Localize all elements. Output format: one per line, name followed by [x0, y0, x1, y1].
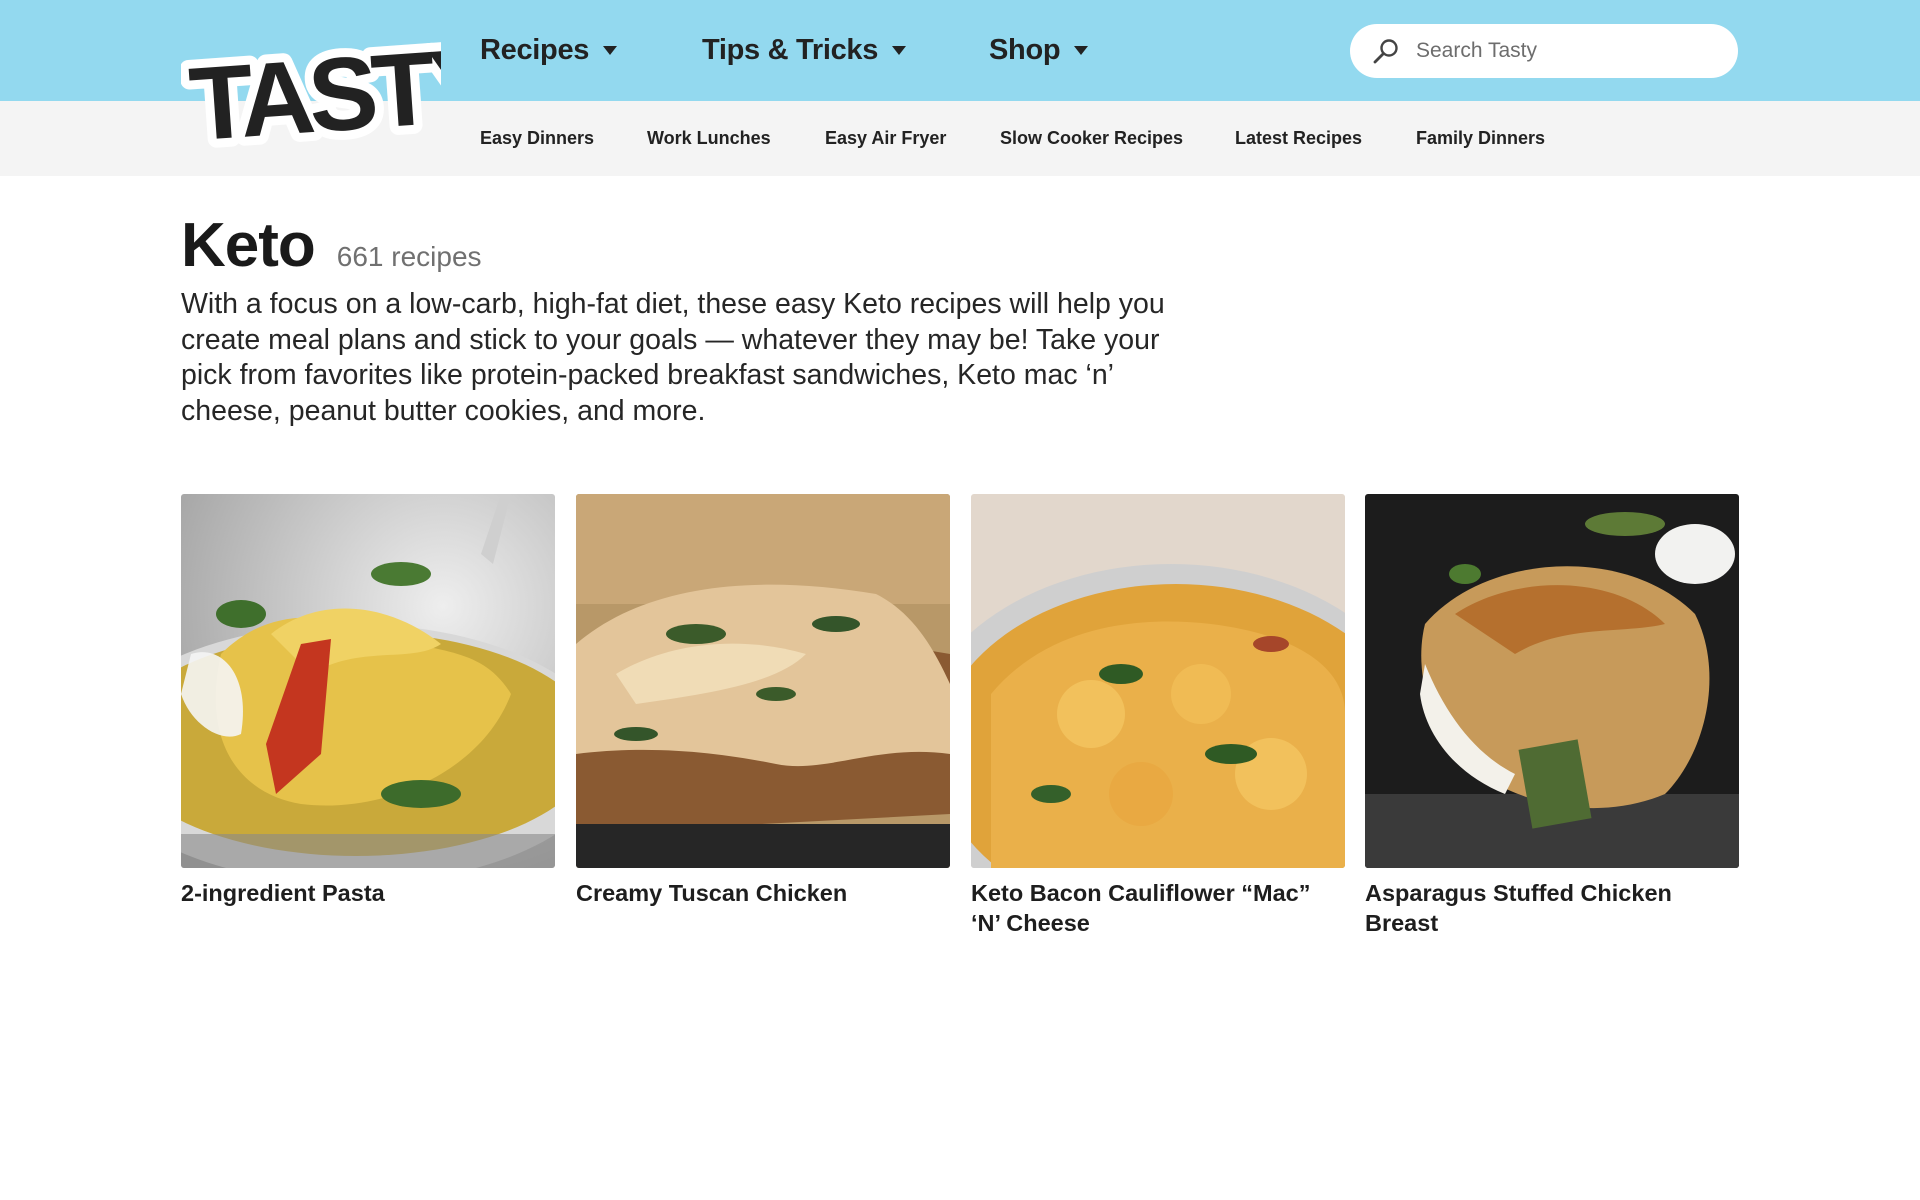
page-header: Keto 661 recipes [181, 210, 482, 281]
subnav-easy-air-fryer[interactable]: Easy Air Fryer [825, 101, 946, 176]
chevron-down-icon [1074, 46, 1089, 55]
nav-recipes[interactable]: Recipes [480, 0, 618, 101]
subnav-work-lunches[interactable]: Work Lunches [647, 101, 771, 176]
subnav-slow-cooker-recipes[interactable]: Slow Cooker Recipes [1000, 101, 1183, 176]
recipe-card[interactable]: Creamy Tuscan Chicken [576, 494, 950, 908]
nav-tips-label: Tips & Tricks [702, 34, 879, 66]
recipe-card[interactable]: Asparagus Stuffed Chicken Breast [1365, 494, 1739, 938]
search-icon [1373, 39, 1398, 64]
stuffed-chicken-photo [1365, 494, 1739, 868]
recipe-count: 661 recipes [336, 241, 482, 272]
subnav-latest-recipes[interactable]: Latest Recipes [1235, 101, 1362, 176]
nav-shop[interactable]: Shop [989, 0, 1089, 101]
subnav-family-dinners[interactable]: Family Dinners [1416, 101, 1545, 176]
pasta-photo [181, 494, 555, 868]
chevron-down-icon [892, 46, 907, 55]
nav-shop-label: Shop [989, 34, 1061, 66]
cauliflower-mac-photo [971, 494, 1345, 868]
recipe-card[interactable]: Keto Bacon Cauliflower “Mac” ‘N’ Cheese [971, 494, 1345, 938]
recipe-image-pasta[interactable] [181, 494, 555, 868]
search-box[interactable] [1350, 24, 1738, 78]
search-input[interactable] [1414, 38, 1714, 64]
chevron-down-icon [603, 46, 618, 55]
tasty-logo[interactable]: TASTY TASTY [181, 20, 441, 152]
recipe-card[interactable]: 2-ingredient Pasta [181, 494, 555, 908]
tasty-logo-image: TASTY TASTY [181, 20, 441, 152]
recipe-image-stuffed-chicken[interactable] [1365, 494, 1739, 868]
tuscan-chicken-photo [576, 494, 950, 868]
page-title: Keto [181, 211, 316, 280]
nav-tips-and-tricks[interactable]: Tips & Tricks [702, 0, 907, 101]
subnav-easy-dinners[interactable]: Easy Dinners [480, 101, 594, 176]
recipe-image-cauliflower-mac[interactable] [971, 494, 1345, 868]
recipe-title[interactable]: Asparagus Stuffed Chicken Breast [1365, 878, 1739, 938]
nav-recipes-label: Recipes [480, 34, 590, 66]
svg-text:TASTY: TASTY [186, 26, 441, 152]
recipe-title[interactable]: Creamy Tuscan Chicken [576, 878, 950, 908]
recipe-title[interactable]: Keto Bacon Cauliflower “Mac” ‘N’ Cheese [971, 878, 1345, 938]
page-description: With a focus on a low-carb, high-fat die… [181, 288, 1165, 427]
recipe-image-tuscan-chicken[interactable] [576, 494, 950, 868]
recipe-title[interactable]: 2-ingredient Pasta [181, 878, 555, 908]
